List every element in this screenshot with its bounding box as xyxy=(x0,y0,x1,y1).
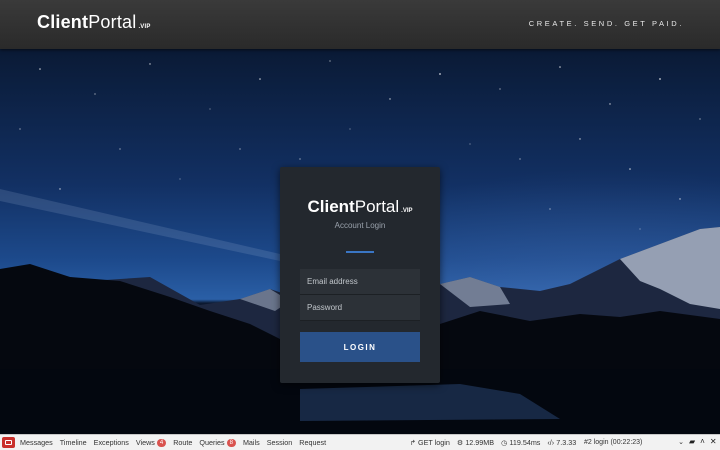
cogs-icon: ⚙ xyxy=(456,438,464,447)
debugbar-tabs: Messages Timeline Exceptions Views 4 Rout… xyxy=(20,438,331,448)
memory-indicator: ⚙ 12.99MB xyxy=(457,438,494,447)
tab-messages[interactable]: Messages xyxy=(20,438,53,447)
time-indicator: ◷ 119.54ms xyxy=(501,438,540,447)
debugbar-metrics: ↱ GET login ⚙ 12.99MB ◷ 119.54ms ‹/› 7.3… xyxy=(410,438,581,447)
tab-timeline[interactable]: Timeline xyxy=(60,438,87,447)
tab-label: Timeline xyxy=(59,438,87,447)
brand-client-text: Client xyxy=(37,12,89,32)
tagline: CREATE. SEND. GET PAID. xyxy=(528,19,684,28)
tab-request[interactable]: Request xyxy=(299,438,326,447)
php-version-indicator: ‹/› 7.3.33 xyxy=(547,438,576,447)
divider xyxy=(346,251,374,253)
brand-portal-text: Portal xyxy=(88,12,137,32)
brand-vip-text: .VIP xyxy=(138,24,151,30)
card-brand-vip-text: .VIP xyxy=(401,208,413,214)
brand-logo[interactable]: ClientPortal .VIP xyxy=(37,12,151,33)
queries-count-badge: 8 xyxy=(226,439,236,448)
tab-session[interactable]: Session xyxy=(267,438,293,447)
clock-icon: ◷ xyxy=(501,438,508,447)
tab-label: Mails xyxy=(242,438,260,447)
tab-mails[interactable]: Mails xyxy=(243,438,260,447)
tab-label: Messages xyxy=(20,438,53,447)
account-login-subtitle: Account Login xyxy=(334,221,386,230)
tab-label: Queries xyxy=(199,438,225,447)
php-version-text: 7.3.33 xyxy=(556,438,577,447)
memory-text: 12.99MB xyxy=(465,438,495,447)
password-field[interactable] xyxy=(300,295,420,321)
request-indicator: ↱ GET login xyxy=(410,438,450,447)
chevron-down-icon: ⌄ xyxy=(678,439,684,446)
folder-open-icon[interactable]: ▰ xyxy=(689,437,695,446)
tab-label: Exceptions xyxy=(93,438,129,447)
session-select[interactable]: #2 login (00:22:23) ⌄ xyxy=(584,436,684,448)
views-count-badge: 4 xyxy=(156,439,167,448)
tab-label: Request xyxy=(299,438,327,447)
card-brand-logo: ClientPortal .VIP xyxy=(280,197,440,217)
code-icon: ‹/› xyxy=(547,438,555,447)
top-navbar: ClientPortal .VIP CREATE. SEND. GET PAID. xyxy=(0,0,720,49)
login-card: ClientPortal.VIP Account Login LOGIN xyxy=(280,167,440,383)
request-text: GET login xyxy=(418,438,450,447)
close-icon[interactable]: ✕ xyxy=(710,437,717,446)
tab-label: Session xyxy=(266,438,293,447)
chevron-up-icon[interactable]: ˄ xyxy=(700,437,705,446)
login-button[interactable]: LOGIN xyxy=(300,332,420,362)
share-icon: ↱ xyxy=(410,438,417,447)
tab-route[interactable]: Route xyxy=(173,438,192,447)
tab-label: Views xyxy=(135,438,155,447)
card-brand-client-text: Client xyxy=(307,197,355,216)
mountains-near-right xyxy=(440,311,720,369)
debug-bar: Messages Timeline Exceptions Views 4 Rout… xyxy=(0,434,720,450)
tab-label: Route xyxy=(173,438,193,447)
tab-queries[interactable]: Queries 8 xyxy=(199,438,236,448)
meteor-streak xyxy=(0,189,280,261)
debugbar-controls: ▰ ˄ ✕ xyxy=(686,437,717,446)
tab-exceptions[interactable]: Exceptions xyxy=(94,438,129,447)
time-text: 119.54ms xyxy=(509,438,541,447)
card-brand-portal-text: Portal xyxy=(354,197,400,216)
debugbar-logo-icon[interactable] xyxy=(2,437,15,448)
email-field[interactable] xyxy=(300,269,420,295)
session-select-value: #2 login (00:22:23) xyxy=(584,438,643,446)
tab-views[interactable]: Views 4 xyxy=(135,438,167,448)
